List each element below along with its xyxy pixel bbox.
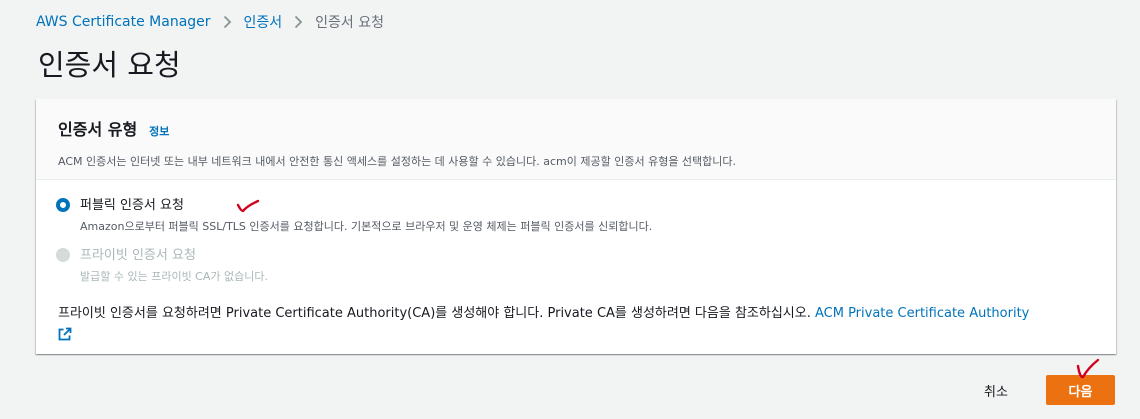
info-link[interactable]: 정보 xyxy=(149,123,169,139)
radio-option-public[interactable]: 퍼블릭 인증서 요청 Amazon으로부터 퍼블릭 SSL/TLS 인증서를 요… xyxy=(56,194,1096,234)
radio-option-private[interactable]: 프라이빗 인증서 요청 발급할 수 있는 프라이빗 CA가 없습니다. xyxy=(56,244,1096,284)
page-title: 인증서 요청 xyxy=(38,48,181,82)
checkmark-annotation-icon xyxy=(236,199,260,213)
cancel-button[interactable]: 취소 xyxy=(968,375,1024,405)
breadcrumb-acm[interactable]: AWS Certificate Manager xyxy=(36,14,211,30)
checkmark-annotation-icon xyxy=(1076,358,1100,379)
breadcrumb-certificates[interactable]: 인증서 xyxy=(244,12,283,32)
panel-header: 인증서 유형 정보 ACM 인증서는 인터넷 또는 내부 네트워크 내에서 안전… xyxy=(36,99,1116,180)
certificate-type-panel: 인증서 유형 정보 ACM 인증서는 인터넷 또는 내부 네트워크 내에서 안전… xyxy=(36,99,1116,354)
radio-text-private: 프라이빗 인증서 요청 발급할 수 있는 프라이빗 CA가 없습니다. xyxy=(80,244,268,284)
radio-text-public: 퍼블릭 인증서 요청 Amazon으로부터 퍼블릭 SSL/TLS 인증서를 요… xyxy=(80,194,652,234)
panel-title-row: 인증서 유형 정보 xyxy=(58,116,1094,140)
radio-description-private: 발급할 수 있는 프라이빗 CA가 없습니다. xyxy=(80,270,268,283)
chevron-right-icon xyxy=(294,15,303,29)
breadcrumb-current: 인증서 요청 xyxy=(315,15,385,31)
private-ca-note: 프라이빗 인증서를 요청하려면 Private Certificate Auth… xyxy=(36,294,1116,349)
radio-button-public[interactable] xyxy=(56,198,70,212)
radio-description-public: Amazon으로부터 퍼블릭 SSL/TLS 인증서를 요청합니다. 기본적으로… xyxy=(80,220,653,233)
panel-title: 인증서 유형 xyxy=(58,120,138,139)
acm-private-ca-link[interactable]: ACM Private Certificate Authority xyxy=(815,306,1029,321)
breadcrumb: AWS Certificate Manager 인증서 인증서 요청 xyxy=(36,12,384,32)
radio-label-public: 퍼블릭 인증서 요청 xyxy=(80,198,184,213)
chevron-right-icon xyxy=(223,15,232,29)
external-link-icon[interactable] xyxy=(58,327,72,349)
private-ca-note-text: 프라이빗 인증서를 요청하려면 Private Certificate Auth… xyxy=(58,306,811,321)
panel-description: ACM 인증서는 인터넷 또는 내부 네트워크 내에서 안전한 통신 액세스를 … xyxy=(58,155,737,168)
certificate-type-radio-group: 퍼블릭 인증서 요청 Amazon으로부터 퍼블릭 SSL/TLS 인증서를 요… xyxy=(36,180,1116,284)
radio-button-private[interactable] xyxy=(56,248,70,262)
radio-label-private: 프라이빗 인증서 요청 xyxy=(80,248,196,263)
